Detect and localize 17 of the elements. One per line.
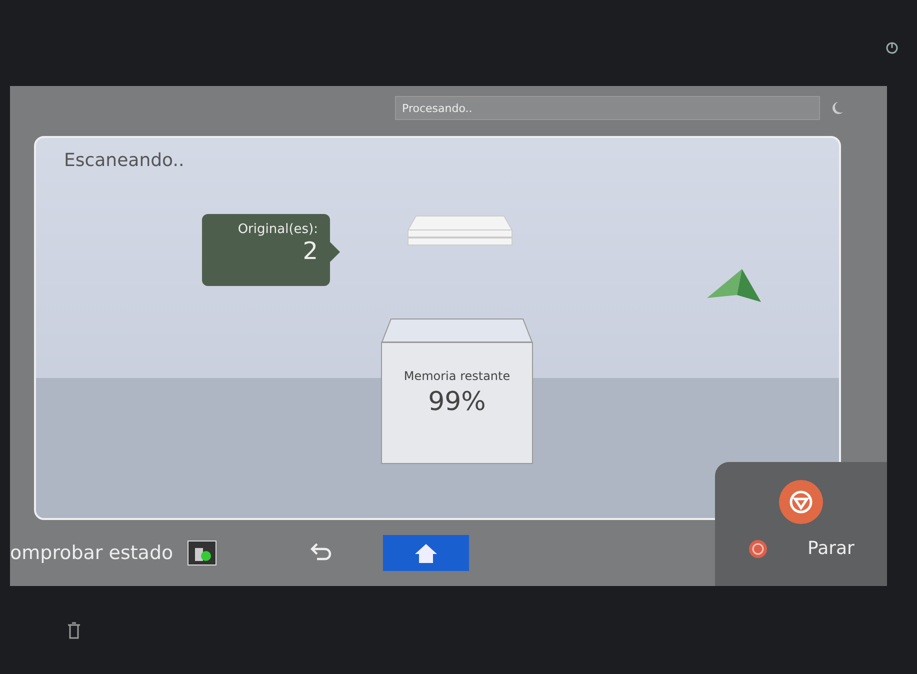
home-button[interactable]: [383, 535, 470, 571]
stop-label: Parar: [808, 538, 854, 559]
stop-icon: [789, 490, 813, 514]
originals-label: Original(es):: [238, 222, 318, 237]
trash-icon: [66, 621, 82, 639]
status-icon[interactable]: [187, 540, 218, 566]
panel-title: Escaneando..: [64, 150, 184, 171]
paper-stack-icon: [406, 214, 514, 248]
memory-value: 99%: [428, 387, 486, 417]
status-message: Procesando..: [395, 96, 820, 120]
stop-small-icon: [748, 538, 768, 558]
home-icon: [413, 542, 440, 564]
power-icon: [885, 41, 899, 55]
memory-label: Memoria restante: [404, 369, 510, 383]
stop-button[interactable]: [779, 480, 823, 524]
check-status-link[interactable]: omprobar estado: [10, 542, 174, 564]
originals-count: 2: [302, 237, 318, 265]
